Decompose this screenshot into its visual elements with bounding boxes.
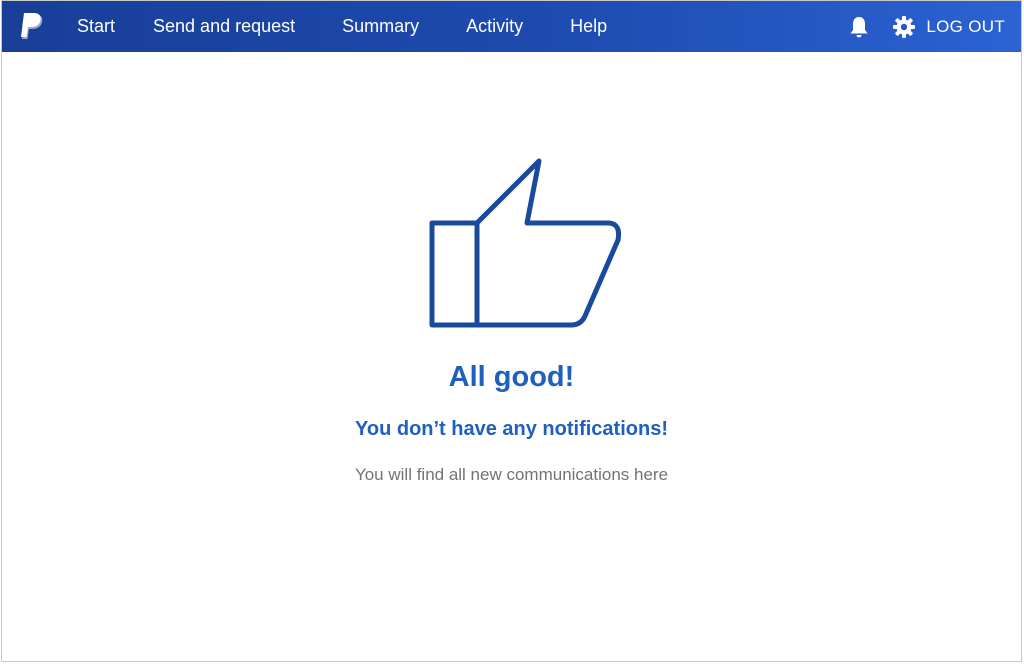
thumbs-up-icon (427, 158, 627, 332)
nav-activity[interactable]: Activity (466, 16, 523, 37)
bell-icon[interactable] (848, 15, 870, 39)
nav-send-and-request[interactable]: Send and request (153, 16, 295, 37)
nav-actions: LOG OUT (848, 1, 1005, 52)
empty-state-title: All good! (448, 361, 575, 393)
nav-help[interactable]: Help (570, 16, 607, 37)
notifications-empty-state: All good! You don’t have any notificatio… (2, 52, 1021, 661)
nav-start[interactable]: Start (77, 16, 115, 37)
gear-icon[interactable] (892, 15, 916, 39)
paypal-logo-icon[interactable] (20, 13, 44, 41)
empty-state-description: You will find all new communications her… (354, 465, 669, 484)
primary-nav: Start Send and request Summary Activity … (77, 1, 607, 52)
logout-button[interactable]: LOG OUT (926, 17, 1005, 37)
nav-summary[interactable]: Summary (342, 16, 419, 37)
empty-state-subtitle: You don’t have any notifications! (355, 418, 668, 440)
top-navigation-bar: Start Send and request Summary Activity … (2, 1, 1021, 52)
app-window: Start Send and request Summary Activity … (1, 0, 1022, 662)
